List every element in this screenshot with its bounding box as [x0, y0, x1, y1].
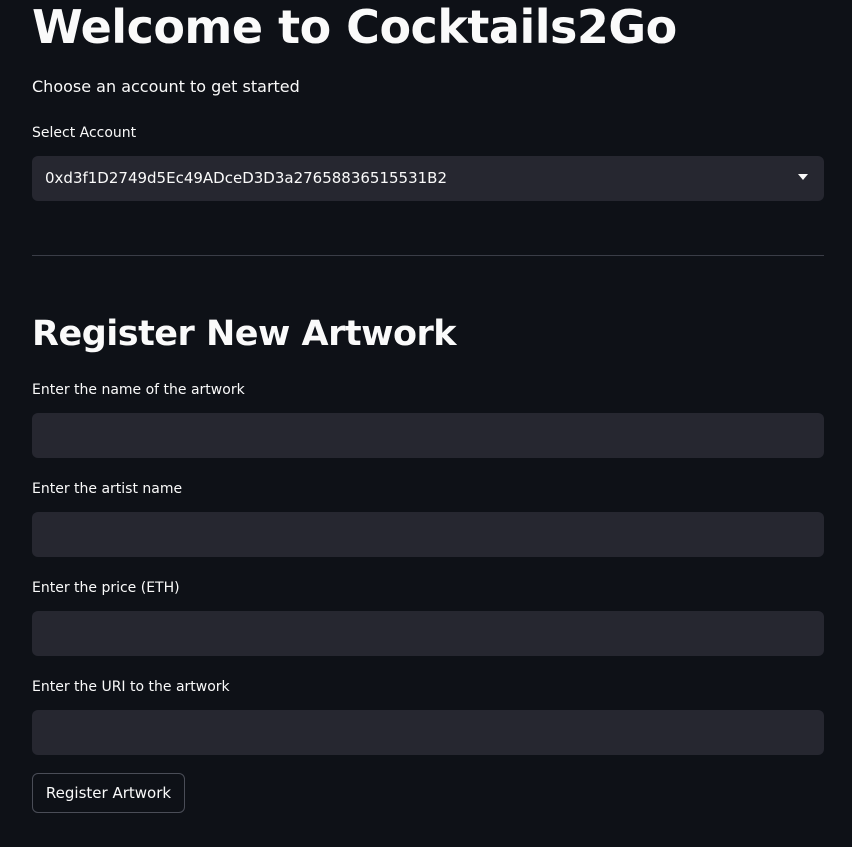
register-section-title: Register New Artwork — [32, 314, 457, 354]
account-select[interactable]: 0xd3f1D2749d5Ec49ADceD3D3a27658836515531… — [32, 156, 824, 201]
price-label: Enter the price (ETH) — [32, 580, 180, 596]
artwork-name-label: Enter the name of the artwork — [32, 382, 245, 398]
price-input[interactable] — [32, 611, 824, 656]
page-subtitle: Choose an account to get started — [32, 77, 300, 96]
artwork-uri-label: Enter the URI to the artwork — [32, 679, 230, 695]
artwork-uri-input[interactable] — [32, 710, 824, 755]
artist-name-label: Enter the artist name — [32, 481, 183, 497]
register-artwork-button[interactable]: Register Artwork — [32, 773, 185, 813]
account-select-value: 0xd3f1D2749d5Ec49ADceD3D3a27658836515531… — [45, 169, 448, 187]
app-page: Welcome to Cocktails2Go Choose an accoun… — [0, 0, 852, 847]
page-title: Welcome to Cocktails2Go — [32, 0, 677, 54]
chevron-down-icon[interactable] — [798, 174, 808, 180]
artist-name-input[interactable] — [32, 512, 824, 557]
section-divider — [32, 255, 824, 256]
artwork-name-input[interactable] — [32, 413, 824, 458]
select-account-label: Select Account — [32, 125, 137, 141]
